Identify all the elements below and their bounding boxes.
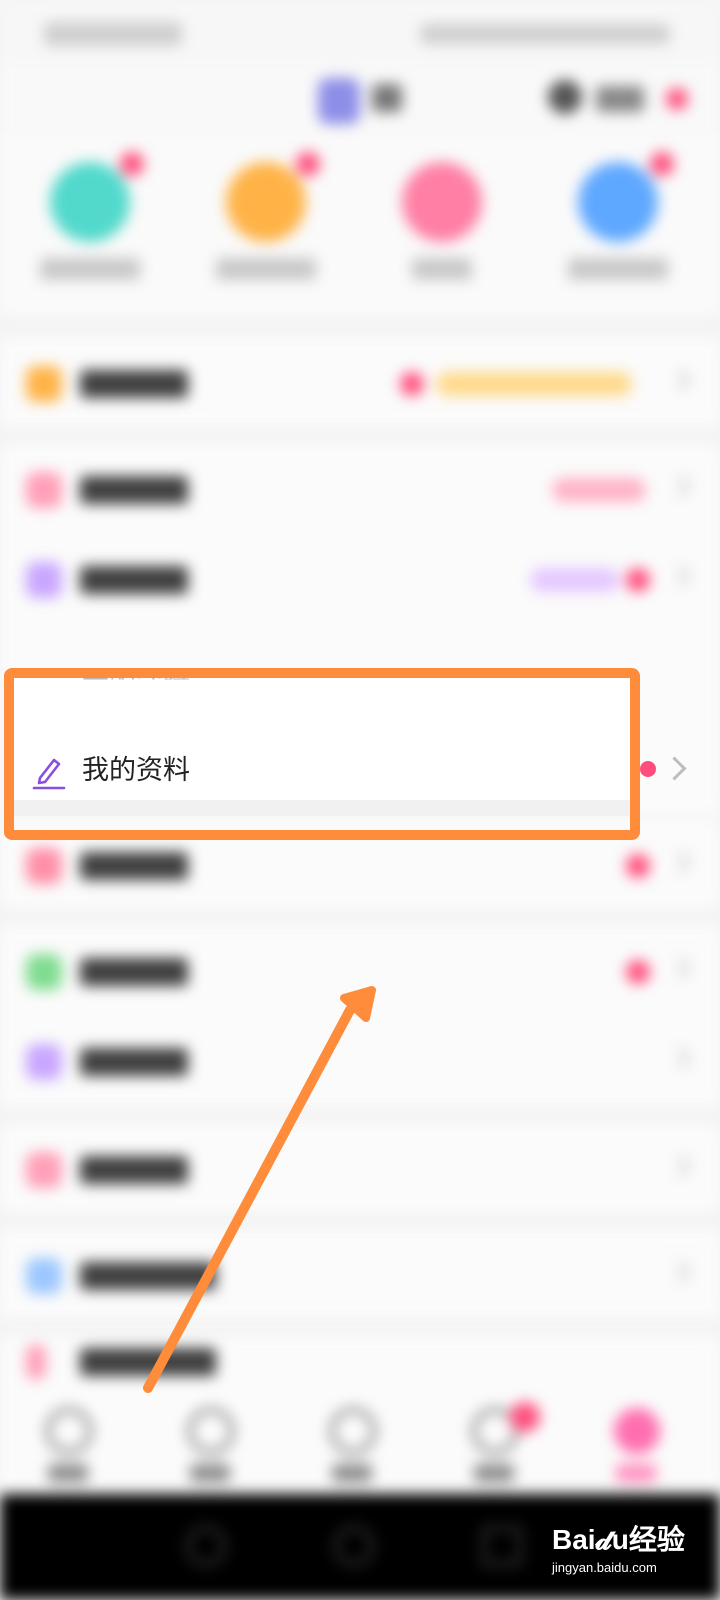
- badge-dot: [626, 960, 650, 984]
- menu-card-5: [0, 1124, 720, 1212]
- status-pill: [552, 478, 646, 502]
- crown-icon: [26, 366, 62, 402]
- quick-action-2-icon[interactable]: [226, 162, 306, 242]
- wallet-icon: [26, 472, 62, 508]
- chevron-right-icon: [668, 564, 692, 588]
- back-icon[interactable]: [186, 1526, 226, 1566]
- menu-row[interactable]: [0, 444, 720, 532]
- badge-dot: [640, 761, 656, 777]
- menu-card-4: [0, 926, 720, 1106]
- promo-pill: [436, 372, 632, 396]
- avatar[interactable]: [318, 78, 360, 124]
- quick-action-2-badge: [296, 152, 320, 176]
- nav-label: [48, 1464, 88, 1482]
- nav-label: [474, 1464, 514, 1482]
- home-icon[interactable]: [46, 1408, 92, 1454]
- recents-icon[interactable]: [482, 1526, 522, 1566]
- menu-row-label: [80, 370, 188, 398]
- baidu-watermark: Bai𝓭u经验 jingyan.baidu.com: [552, 1518, 685, 1575]
- quick-action-1-badge: [120, 152, 144, 176]
- home-button-icon[interactable]: [334, 1526, 374, 1566]
- quick-actions: [0, 134, 720, 316]
- quick-action-4-icon[interactable]: [578, 162, 658, 242]
- menu-row-label: [80, 852, 188, 880]
- menu-card-7: [0, 1336, 720, 1388]
- heart-icon: [26, 848, 62, 884]
- points-icon: [26, 562, 62, 598]
- menu-row[interactable]: [0, 926, 720, 1014]
- quick-action-4-badge: [650, 152, 674, 176]
- menu-row-label: [80, 1048, 188, 1076]
- privacy-icon: [26, 1044, 62, 1080]
- quick-action-1-icon[interactable]: [50, 162, 130, 242]
- chevron-right-icon: [668, 956, 692, 980]
- service-icon: [26, 1258, 62, 1294]
- highlight-box: [4, 668, 640, 840]
- quick-action-2-label: [216, 258, 316, 280]
- gift-icon: [26, 1152, 62, 1188]
- badge-dot: [626, 854, 650, 878]
- status-bar: [0, 0, 720, 64]
- chevron-right-icon: [668, 1154, 692, 1178]
- quick-action-4-label: [568, 258, 668, 280]
- badge-dot: [400, 372, 424, 396]
- profile-header: [0, 64, 720, 134]
- quick-action-3-icon[interactable]: [402, 162, 482, 242]
- status-carrier: [44, 22, 182, 46]
- username-text: [372, 84, 402, 112]
- nav-label: [190, 1464, 230, 1482]
- menu-row[interactable]: [0, 1124, 720, 1212]
- menu-row-label: [80, 566, 188, 594]
- menu-row-label: [80, 476, 188, 504]
- menu-row[interactable]: [0, 338, 720, 426]
- status-pill: [530, 568, 620, 592]
- chevron-right-icon: [668, 1046, 692, 1070]
- chevron-right-icon: [668, 474, 692, 498]
- menu-card-1: [0, 338, 720, 426]
- quick-action-1-label: [40, 258, 140, 280]
- quick-action-3-label: [412, 258, 472, 280]
- menu-row[interactable]: [0, 1016, 720, 1104]
- status-icons: [420, 24, 670, 44]
- menu-row[interactable]: [0, 1230, 720, 1318]
- menu-row-label: [80, 1348, 216, 1376]
- phone-icon: [26, 954, 62, 990]
- badge-dot: [626, 568, 650, 592]
- settings-label[interactable]: [596, 86, 644, 112]
- chevron-right-icon: [668, 850, 692, 874]
- gear-icon[interactable]: [548, 80, 582, 114]
- bottom-nav: [0, 1388, 720, 1494]
- menu-row-label: [80, 1156, 188, 1184]
- feedback-icon: [26, 1344, 46, 1380]
- menu-row-label: [80, 958, 188, 986]
- message-badge: [510, 1402, 540, 1432]
- menu-row[interactable]: [0, 534, 720, 622]
- video-icon[interactable]: [330, 1408, 376, 1454]
- discover-icon[interactable]: [188, 1408, 234, 1454]
- menu-card-6: [0, 1230, 720, 1318]
- nav-label: [332, 1464, 372, 1482]
- chevron-right-icon: [668, 1260, 692, 1284]
- menu-row-label: [80, 1262, 216, 1290]
- notification-dot: [666, 88, 688, 110]
- nav-label: [616, 1464, 656, 1482]
- watermark-url: jingyan.baidu.com: [552, 1560, 657, 1575]
- watermark-logo: Bai𝓭u经验: [552, 1524, 685, 1555]
- me-icon[interactable]: [614, 1408, 660, 1454]
- chevron-right-icon: [668, 368, 692, 392]
